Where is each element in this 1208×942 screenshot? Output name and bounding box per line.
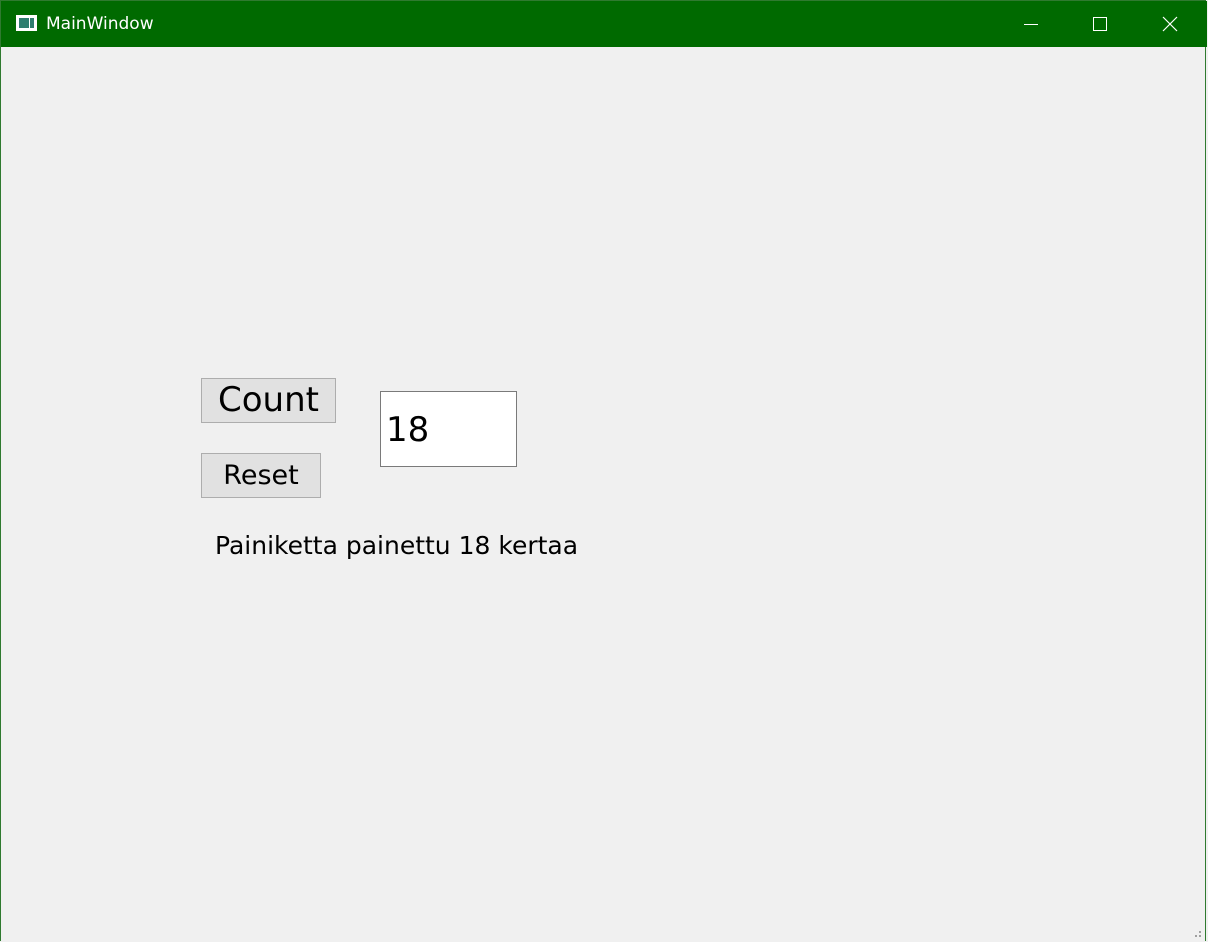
close-button[interactable] [1135, 1, 1205, 47]
client-area: Count Reset 18 Painiketta painettu 18 ke… [1, 47, 1205, 941]
status-label: Painiketta painettu 18 kertaa [215, 531, 579, 560]
count-button[interactable]: Count [201, 378, 336, 423]
app-icon [16, 15, 37, 31]
count-textbox[interactable]: 18 [380, 391, 517, 467]
maximize-icon [1093, 17, 1107, 31]
main-window: MainWindow Count Reset 18 Painiketta pai… [0, 0, 1207, 941]
minimize-icon [1024, 24, 1038, 25]
minimize-button[interactable] [996, 1, 1066, 47]
maximize-button[interactable] [1065, 1, 1135, 47]
window-title: MainWindow [46, 14, 154, 34]
reset-button[interactable]: Reset [201, 453, 321, 498]
resize-grip-icon[interactable] [1190, 926, 1202, 938]
title-bar[interactable]: MainWindow [1, 1, 1207, 47]
close-icon [1162, 16, 1178, 32]
